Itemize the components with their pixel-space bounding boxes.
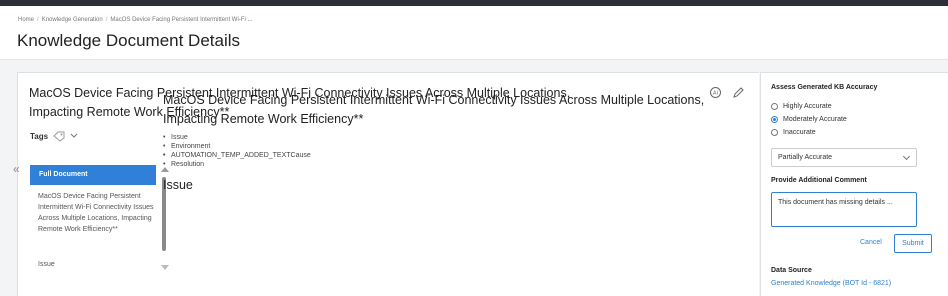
breadcrumb-current: MacOS Device Facing Persistent Intermitt… <box>110 17 253 23</box>
radio-circle-icon[interactable] <box>771 129 778 136</box>
outline-item: AUTOMATION_TEMP_ADDED_TEXTCause <box>163 151 733 160</box>
section-heading-issue: Issue <box>163 178 193 192</box>
assessment-panel: Assess Generated KB Accuracy Highly Accu… <box>760 72 948 296</box>
content-title: MacOS Device Facing Persistent Intermitt… <box>163 93 705 126</box>
data-source-heading: Data Source <box>771 267 812 274</box>
breadcrumb-home[interactable]: Home <box>18 17 34 23</box>
toc-item-full-document[interactable]: Full Document <box>30 165 156 185</box>
comment-textarea[interactable]: This document has missing details ... <box>771 192 917 227</box>
comment-heading: Provide Additional Comment <box>771 177 867 184</box>
table-of-contents: Full Document MacOS Device Facing Persis… <box>30 165 172 296</box>
tags-label: Tags <box>30 131 49 141</box>
document-content: MacOS Device Facing Persistent Intermitt… <box>163 91 733 192</box>
toc-item-title[interactable]: MacOS Device Facing Persistent Intermitt… <box>38 191 158 235</box>
toc-item-issue[interactable]: Issue <box>38 261 55 268</box>
scroll-down-icon[interactable] <box>161 265 169 270</box>
accuracy-select[interactable]: Partially Accurate <box>771 148 917 167</box>
content-outline: Issue Environment AUTOMATION_TEMP_ADDED_… <box>163 133 733 169</box>
tags-row: Tags <box>30 130 78 142</box>
chevron-down-icon[interactable] <box>70 133 78 139</box>
breadcrumb-knowledge-generation[interactable]: Knowledge Generation <box>42 17 103 23</box>
tag-icon[interactable] <box>52 130 66 142</box>
data-source-link[interactable]: Generated Knowledge (BOT Id - 6821) <box>771 280 891 287</box>
radio-label: Moderately Accurate <box>783 116 847 123</box>
chevron-down-icon <box>902 152 911 161</box>
collapse-toc-icon[interactable]: « <box>13 162 20 176</box>
cancel-button[interactable]: Cancel <box>860 239 882 246</box>
radio-moderately-accurate[interactable]: Moderately Accurate <box>771 116 847 123</box>
breadcrumb: Home / Knowledge Generation / MacOS Device F… <box>18 17 253 23</box>
outline-item: Environment <box>163 142 733 151</box>
radio-label: Inaccurate <box>783 129 816 136</box>
outline-item: Resolution <box>163 160 733 169</box>
radio-circle-icon[interactable] <box>771 103 778 110</box>
select-value: Partially Accurate <box>778 154 833 161</box>
radio-selected-icon[interactable] <box>771 116 778 123</box>
radio-label: Highly Accurate <box>783 103 832 110</box>
radio-highly-accurate[interactable]: Highly Accurate <box>771 103 832 110</box>
submit-button[interactable]: Submit <box>894 234 932 253</box>
accuracy-heading: Assess Generated KB Accuracy <box>771 84 878 91</box>
radio-inaccurate[interactable]: Inaccurate <box>771 129 816 136</box>
page-header: Home / Knowledge Generation / MacOS Device F… <box>0 6 948 60</box>
page-title: Knowledge Document Details <box>17 31 241 50</box>
edit-pencil-icon[interactable] <box>732 86 745 99</box>
outline-item: Issue <box>163 133 733 142</box>
